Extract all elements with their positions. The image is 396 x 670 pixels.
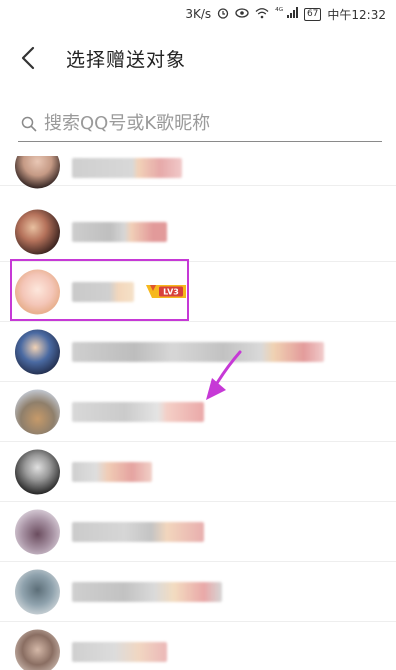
friend-name — [72, 341, 324, 362]
avatar — [15, 209, 60, 254]
pointer-arrow-icon — [206, 350, 242, 400]
battery-icon: 67 — [303, 7, 322, 21]
network-speed: 3K/s — [185, 7, 212, 21]
level-badge-text: LV3 — [163, 288, 179, 297]
chevron-left-icon — [21, 46, 35, 70]
clock: 中午12:32 — [327, 7, 386, 22]
back-button[interactable] — [0, 30, 56, 86]
avatar — [15, 509, 60, 554]
alarm-icon — [217, 7, 229, 22]
avatar — [15, 629, 60, 670]
wifi-icon — [255, 7, 269, 22]
search-icon — [18, 113, 40, 135]
friend-row[interactable] — [0, 502, 396, 562]
friend-list[interactable]: LV3 — [0, 156, 396, 670]
friend-name — [72, 581, 222, 602]
signal-label: ⁴ᴳ — [275, 7, 284, 17]
friend-name — [72, 641, 167, 662]
friend-row[interactable] — [0, 442, 396, 502]
friend-name — [72, 401, 204, 422]
level-badge-icon: LV3 — [146, 285, 186, 298]
eye-icon — [235, 7, 249, 22]
signal-icon: ⁴ᴳ — [275, 7, 298, 21]
friend-row[interactable] — [0, 382, 396, 442]
friend-name — [72, 221, 167, 242]
friend-name — [72, 521, 204, 542]
friend-row[interactable] — [0, 562, 396, 622]
avatar — [15, 329, 60, 374]
avatar — [15, 389, 60, 434]
friend-name — [72, 461, 152, 482]
friend-name — [72, 158, 182, 178]
avatar — [15, 449, 60, 494]
friend-row[interactable] — [0, 622, 396, 670]
friend-row[interactable] — [0, 202, 396, 262]
search-bar[interactable] — [18, 106, 382, 142]
avatar — [15, 156, 60, 189]
search-input[interactable] — [44, 113, 364, 134]
status-bar: 3K/s ⁴ᴳ 67 中午12:32 — [0, 0, 396, 28]
avatar — [15, 569, 60, 614]
friend-row[interactable] — [0, 322, 396, 382]
battery-level: 67 — [306, 8, 319, 19]
page-title: 选择赠送对象 — [66, 48, 187, 71]
friend-row[interactable] — [0, 156, 396, 189]
app-header: 选择赠送对象 — [0, 30, 396, 86]
